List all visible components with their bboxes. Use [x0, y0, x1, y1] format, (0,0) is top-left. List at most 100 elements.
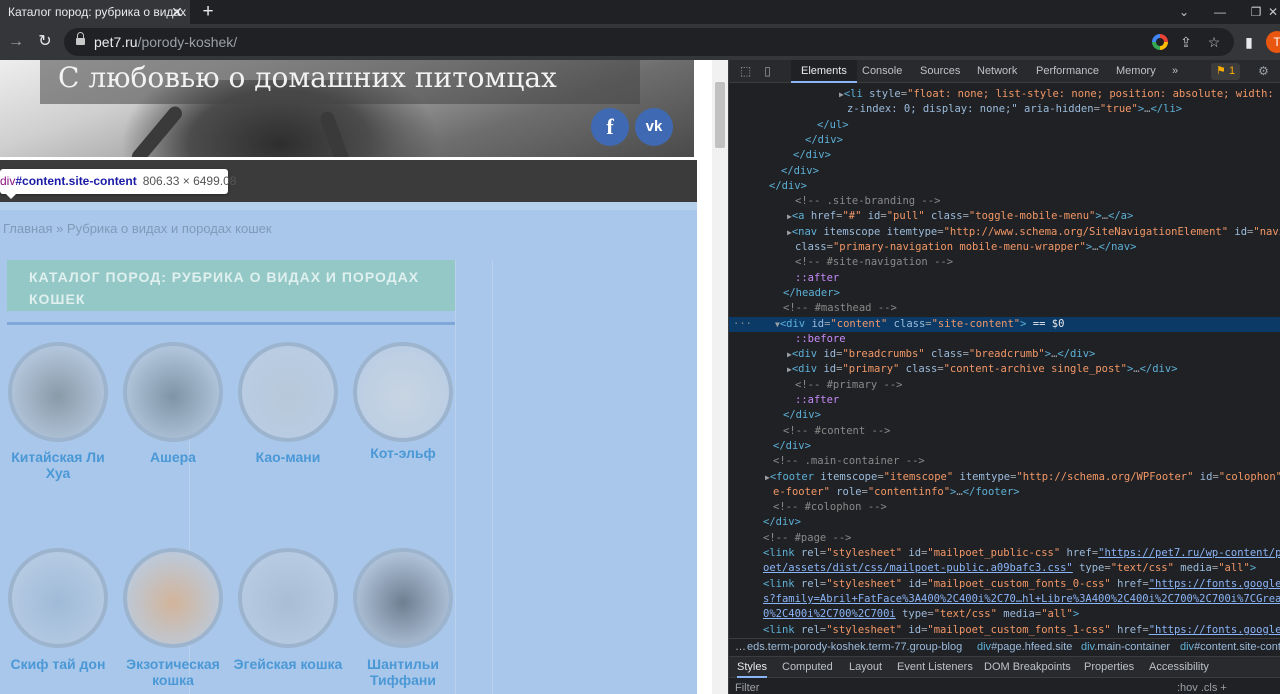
dom-node[interactable]: <!-- #site-navigation --> [729, 255, 1280, 270]
tab-memory[interactable]: Memory [1116, 60, 1156, 83]
tab-dom-breakpoints[interactable]: DOM Breakpoints [984, 657, 1071, 678]
dom-node[interactable]: </div> [729, 148, 1280, 163]
dom-node[interactable]: ::before [729, 332, 1280, 347]
page-scrollbar[interactable] [712, 60, 728, 694]
crumb-page[interactable]: div#page.hfeed.site [977, 639, 1072, 656]
share-icon[interactable]: ⇪ [1176, 32, 1196, 52]
tab-computed[interactable]: Computed [782, 657, 833, 678]
dom-node[interactable]: <!-- #primary --> [729, 378, 1280, 393]
tab-network[interactable]: Network [977, 60, 1017, 83]
filter-toggles[interactable]: :hov .cls + [1177, 682, 1227, 694]
tab-layout[interactable]: Layout [849, 657, 882, 678]
breed-name[interactable]: Китайская Ли Хуа [3, 449, 113, 481]
address-bar[interactable]: pet7.ru/porody-koshek/ ⇪ ☆ [64, 28, 1234, 56]
breed-name[interactable]: Ашера [118, 449, 228, 465]
tab-styles[interactable]: Styles [737, 657, 767, 678]
facebook-icon[interactable]: f [591, 108, 629, 146]
breed-name[interactable]: Као-мани [233, 449, 343, 465]
google-lens-icon[interactable] [1152, 34, 1168, 50]
dom-node[interactable]: ▶<footer itemscope="itemscope" itemtype=… [729, 470, 1280, 485]
tooltip-selector: #content.site-content [15, 174, 137, 188]
dom-node[interactable]: <!-- .site-branding --> [729, 194, 1280, 209]
filter-input[interactable]: Filter [735, 682, 759, 694]
inspect-element-icon[interactable]: ⬚ [737, 63, 754, 80]
tab-sources[interactable]: Sources [920, 60, 960, 83]
dom-node[interactable]: </header> [729, 286, 1280, 301]
dom-node-selected[interactable]: ··· ▼<div id="content" class="site-conten… [729, 316, 1280, 332]
dom-node[interactable]: z-index: 0; display: none;" aria-hidden=… [729, 102, 1280, 117]
tab-console[interactable]: Console [862, 60, 902, 83]
dom-node[interactable]: ::after [729, 393, 1280, 408]
more-tabs-icon[interactable]: » [1172, 60, 1178, 83]
dom-node[interactable]: <!-- #content --> [729, 424, 1280, 439]
dom-node[interactable]: </div> [729, 439, 1280, 454]
scrollbar-thumb[interactable] [715, 82, 725, 148]
crumb-body[interactable]: eds.term-porody-koshek.term-77.group-blo… [747, 639, 962, 656]
device-toolbar-icon[interactable]: ▯ [759, 63, 776, 80]
profile-avatar[interactable]: T [1266, 31, 1280, 53]
breed-name[interactable]: Эгейская кошка [233, 656, 343, 672]
dom-node[interactable]: </div> [729, 179, 1280, 194]
new-tab-button[interactable]: + [198, 0, 218, 24]
bookmark-star-icon[interactable]: ☆ [1204, 32, 1224, 52]
settings-gear-icon[interactable]: ⚙ [1255, 63, 1272, 80]
dom-node[interactable]: ::after [729, 271, 1280, 286]
dom-node[interactable]: </div> [729, 133, 1280, 148]
breed-photo[interactable] [238, 342, 338, 442]
dom-node[interactable]: <!-- .main-container --> [729, 454, 1280, 469]
reload-icon[interactable]: ↻ [33, 30, 57, 54]
breed-photo[interactable] [123, 342, 223, 442]
dom-node[interactable]: ▶<a href="#" id="pull" class="toggle-mob… [729, 209, 1280, 224]
breed-photo[interactable] [238, 548, 338, 648]
breed-photo[interactable] [353, 342, 453, 442]
tab-search-icon[interactable]: ⌄ [1166, 0, 1202, 24]
close-window-icon[interactable]: ✕ [1266, 0, 1280, 24]
dom-node[interactable]: ▶<div id="primary" class="content-archiv… [729, 362, 1280, 377]
dom-node[interactable]: <link rel="stylesheet" id="mailpoet_cust… [729, 623, 1280, 638]
breed-photo[interactable] [353, 548, 453, 648]
dom-node[interactable]: ▶<li style="float: none; list-style: non… [729, 87, 1280, 102]
dom-node[interactable]: 0%2C400i%2C700%2C700i type="text/css" me… [729, 607, 1280, 622]
forward-icon[interactable]: → [4, 30, 28, 54]
dom-node[interactable]: ▶<nav itemscope itemtype="http://www.sch… [729, 225, 1280, 240]
site-title[interactable]: С любовью о домашних питомцах [58, 60, 557, 98]
dom-node[interactable]: <!-- #masthead --> [729, 301, 1280, 316]
tab-close-icon[interactable]: ✕ [168, 0, 186, 24]
tab-performance[interactable]: Performance [1036, 60, 1099, 83]
breed-name[interactable]: Скиф тай дон [3, 656, 113, 672]
dom-node[interactable]: class="primary-navigation mobile-menu-wr… [729, 240, 1280, 255]
dom-node[interactable]: e-footer" role="contentinfo">…</footer> [729, 485, 1280, 500]
dom-node[interactable]: <!-- #colophon --> [729, 500, 1280, 515]
breed-name[interactable]: Кот-эльф [348, 445, 458, 461]
tab-event-listeners[interactable]: Event Listeners [897, 657, 973, 678]
dom-node[interactable]: <link rel="stylesheet" id="mailpoet_publ… [729, 546, 1280, 561]
tab-active[interactable]: Каталог пород: рубрика о видах [0, 0, 190, 24]
dom-node[interactable]: s?family=Abril+FatFace%3A400%2C400i%2C70… [729, 592, 1280, 607]
minimize-icon[interactable]: — [1202, 0, 1238, 24]
dom-node[interactable]: ▶<div id="breadcrumbs" class="breadcrumb… [729, 347, 1280, 362]
dom-tree[interactable]: ▶<li style="float: none; list-style: non… [729, 84, 1280, 638]
breed-name[interactable]: Экзотическая кошка [118, 656, 228, 688]
issues-badge[interactable]: ⚑ 1 [1211, 63, 1241, 80]
url-text[interactable]: pet7.ru/porody-koshek/ [94, 28, 237, 56]
dom-node[interactable]: <!-- #page --> [729, 531, 1280, 546]
breed-photo[interactable] [8, 548, 108, 648]
breed-photo[interactable] [123, 548, 223, 648]
crumb-main-container[interactable]: div.main-container [1081, 639, 1170, 656]
crumb-more-icon[interactable]: … [735, 639, 746, 656]
dom-node[interactable]: <link rel="stylesheet" id="mailpoet_cust… [729, 577, 1280, 592]
page-breadcrumbs[interactable]: Главная » Рубрика о видах и породах коше… [3, 221, 272, 236]
vk-icon[interactable]: vk [635, 108, 673, 146]
crumb-content[interactable]: div#content.site-content [1180, 639, 1280, 656]
side-panel-icon[interactable]: ▮ [1240, 33, 1258, 51]
dom-node[interactable]: </div> [729, 515, 1280, 530]
tab-accessibility[interactable]: Accessibility [1149, 657, 1209, 678]
dom-node[interactable]: </div> [729, 164, 1280, 179]
tab-elements[interactable]: Elements [791, 60, 857, 83]
tab-properties[interactable]: Properties [1084, 657, 1134, 678]
dom-node[interactable]: </div> [729, 408, 1280, 423]
breed-photo[interactable] [8, 342, 108, 442]
dom-node[interactable]: oet/assets/dist/css/mailpoet-public.a09b… [729, 561, 1280, 576]
dom-node[interactable]: </ul> [729, 118, 1280, 133]
breed-name[interactable]: Шантильи Тиффани [348, 656, 458, 688]
